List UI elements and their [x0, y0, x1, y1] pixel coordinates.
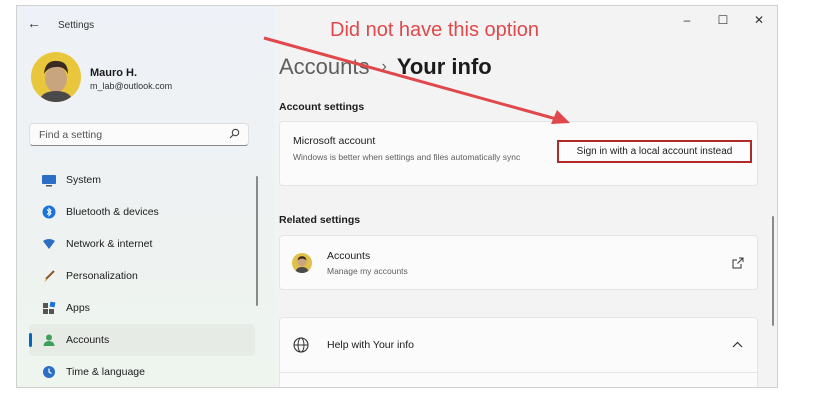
account-avatar-icon	[292, 253, 312, 273]
monitor-icon	[41, 172, 57, 188]
content-scrollbar[interactable]	[772, 216, 774, 326]
search-icon	[229, 128, 240, 142]
nav-list: System Bluetooth & devices Network & int…	[29, 164, 255, 387]
microsoft-account-card: Microsoft account Windows is better when…	[279, 121, 758, 186]
nav-label: Personalization	[66, 270, 138, 282]
sidebar-scrollbar[interactable]	[256, 176, 258, 306]
account-settings-heading: Account settings	[279, 101, 365, 113]
nav-label: Accounts	[66, 334, 110, 346]
app-title: Settings	[58, 20, 95, 31]
breadcrumb: Accounts › Your info	[279, 54, 492, 80]
brush-icon	[41, 268, 57, 284]
chevron-up-icon[interactable]	[732, 339, 743, 351]
user-email: m_lab@outlook.com	[90, 81, 173, 91]
help-card: Help with Your info	[279, 317, 758, 387]
main-content: Accounts › Your info Account settings Mi…	[279, 6, 777, 387]
help-header[interactable]: Help with Your info	[280, 318, 757, 373]
annotation-text: Did not have this option	[330, 19, 540, 41]
breadcrumb-parent[interactable]: Accounts	[279, 54, 370, 80]
external-link-icon	[731, 256, 745, 270]
nav-item-bluetooth[interactable]: Bluetooth & devices	[29, 196, 255, 228]
nav-item-network[interactable]: Network & internet	[29, 228, 255, 260]
title-bar: ← Settings	[17, 6, 275, 40]
accounts-link-title: Accounts	[327, 250, 371, 262]
sign-in-local-account-button[interactable]: Sign in with a local account instead	[557, 140, 752, 163]
settings-window: ← Settings Mauro H. m_lab@outlook.com Fi…	[16, 5, 778, 388]
help-title: Help with Your info	[327, 339, 414, 351]
nav-label: System	[66, 174, 102, 186]
bluetooth-icon	[41, 204, 57, 220]
nav-label: Time & language	[66, 366, 145, 378]
sidebar: ← Settings Mauro H. m_lab@outlook.com Fi…	[17, 6, 275, 387]
nav-label: Apps	[66, 302, 90, 314]
microsoft-account-description: Windows is better when settings and file…	[293, 152, 521, 162]
nav-item-personalization[interactable]: Personalization	[29, 260, 255, 292]
person-icon	[41, 332, 57, 348]
nav-item-accounts[interactable]: Accounts	[29, 324, 255, 356]
wifi-icon	[41, 236, 57, 252]
page-title: Your info	[396, 54, 492, 79]
search-input[interactable]: Find a setting	[29, 123, 249, 146]
nav-item-system[interactable]: System	[29, 164, 255, 196]
back-button[interactable]: ←	[27, 15, 41, 31]
apps-icon	[41, 300, 57, 316]
breadcrumb-separator: ›	[381, 58, 387, 75]
nav-item-time-language[interactable]: Time & language	[29, 356, 255, 387]
globe-clock-icon	[41, 364, 57, 380]
user-name: Mauro H.	[90, 67, 138, 79]
search-placeholder: Find a setting	[39, 129, 103, 141]
related-settings-heading: Related settings	[279, 214, 361, 226]
nav-label: Network & internet	[66, 238, 153, 250]
globe-icon	[292, 336, 310, 354]
nav-item-apps[interactable]: Apps	[29, 292, 255, 324]
avatar	[31, 52, 81, 102]
nav-label: Bluetooth & devices	[66, 206, 159, 218]
active-indicator	[29, 333, 32, 347]
accounts-link-card[interactable]: Accounts Manage my accounts	[279, 235, 758, 290]
accounts-link-subtitle: Manage my accounts	[327, 266, 408, 276]
microsoft-account-title: Microsoft account	[293, 135, 376, 147]
